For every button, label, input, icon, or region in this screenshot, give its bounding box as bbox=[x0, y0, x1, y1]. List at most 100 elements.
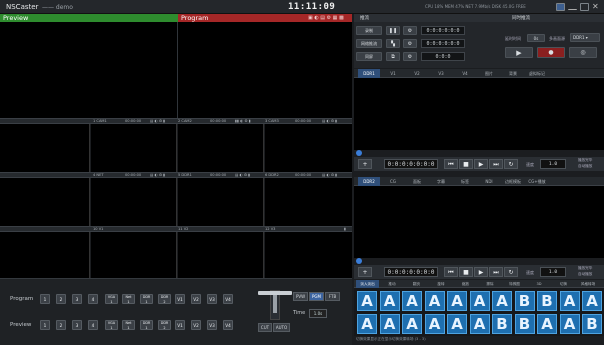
transition-effect-thumb[interactable]: B bbox=[492, 314, 512, 334]
ddr1-tabs-tab[interactable]: 背景 bbox=[502, 69, 524, 78]
rec-row-label[interactable]: 同屏 bbox=[356, 52, 382, 61]
multiview-cell-ddr1[interactable] bbox=[178, 178, 264, 226]
transition-effect-thumb[interactable]: B bbox=[582, 314, 602, 334]
ddr1-tabs-tab[interactable]: V3 bbox=[430, 69, 452, 78]
preview-source-button[interactable]: V4 bbox=[223, 320, 233, 330]
program-source-button[interactable]: VGA 1 bbox=[105, 294, 118, 304]
preview-source-button[interactable]: DDR 1 bbox=[140, 320, 153, 330]
ddr2-tabs-tab[interactable]: 边框模板 bbox=[502, 177, 524, 186]
ddr1-tabs-tab[interactable]: DDR1 bbox=[358, 69, 380, 78]
program-source-button[interactable]: 4 bbox=[88, 294, 98, 304]
transition-effect-thumb[interactable]: A bbox=[402, 291, 422, 311]
program-source-button[interactable]: DDR 1 bbox=[140, 294, 153, 304]
program-source-button[interactable]: Net 1 bbox=[122, 294, 135, 304]
multiview-cell-ddr2[interactable] bbox=[265, 178, 352, 226]
program-source-button[interactable]: 1 bbox=[40, 294, 50, 304]
transition-category-tab[interactable]: 淡入淡出 bbox=[356, 280, 379, 288]
rec-row-settings-icon[interactable]: ⚙ bbox=[403, 52, 417, 61]
transition-effect-thumb[interactable]: A bbox=[379, 314, 400, 334]
auto-button[interactable]: AUTO bbox=[273, 323, 290, 332]
transition-effect-thumb[interactable]: A bbox=[424, 314, 445, 334]
ddr1-stop-button[interactable]: ■ bbox=[459, 159, 473, 169]
preview-source-button[interactable]: 3 bbox=[72, 320, 82, 330]
rec-row-pause-button[interactable]: ⧉ bbox=[386, 52, 400, 61]
transition-effect-thumb[interactable]: B bbox=[514, 291, 535, 311]
mode-pvw-button[interactable]: PVW bbox=[293, 292, 308, 301]
ddr1-tabs-tab[interactable]: 虚拟标记 bbox=[526, 69, 548, 78]
multiview-cell[interactable] bbox=[0, 124, 90, 172]
transition-category-tab[interactable]: 翻页 bbox=[405, 280, 428, 288]
ddr2-tabs-tab[interactable]: CG+播放 bbox=[526, 177, 548, 186]
rec-row-label[interactable]: 网络推流 bbox=[356, 39, 382, 48]
ddr2-next-button[interactable]: ⏭ bbox=[489, 267, 503, 277]
ddr1-play-button[interactable]: ▶ bbox=[474, 159, 488, 169]
program-source-button[interactable]: V1 bbox=[175, 294, 185, 304]
ddr1-option1[interactable]: 播放完毕 bbox=[578, 158, 592, 163]
multiview-cell-cam3[interactable] bbox=[265, 124, 352, 172]
settings-icon[interactable] bbox=[556, 3, 565, 11]
ddr2-option2[interactable]: 自动播放 bbox=[578, 272, 592, 277]
program-source-button[interactable]: V4 bbox=[223, 294, 233, 304]
transition-effect-thumb[interactable]: A bbox=[357, 314, 377, 334]
rec-row-label[interactable]: 录制 bbox=[356, 26, 382, 35]
source-select[interactable]: DDR1 ▾ bbox=[570, 33, 600, 42]
time-input[interactable]: 1.0s bbox=[309, 309, 327, 318]
program-source-button[interactable]: V3 bbox=[207, 294, 217, 304]
stream-play-button[interactable]: ▶ bbox=[505, 47, 533, 58]
mode-ftb-button[interactable]: FTB bbox=[325, 292, 340, 301]
transition-category-tab[interactable]: 旋转 bbox=[430, 280, 453, 288]
program-toolbar-icons[interactable]: ▣ ◐ ▤ ⚙ ▦ ▩ bbox=[308, 14, 344, 22]
transition-effect-thumb[interactable]: B bbox=[537, 291, 557, 311]
transition-category-tab[interactable]: 缩放 bbox=[454, 280, 477, 288]
ddr2-loop-button[interactable]: ↻ bbox=[504, 267, 518, 277]
program-source-button[interactable]: V2 bbox=[191, 294, 201, 304]
ddr2-add-button[interactable]: + bbox=[358, 267, 372, 277]
ddr1-tabs-tab[interactable]: 图片 bbox=[478, 69, 500, 78]
multiview-cell-v1[interactable] bbox=[91, 232, 177, 278]
close-icon[interactable]: ✕ bbox=[592, 2, 599, 11]
cut-button[interactable]: CUT bbox=[258, 323, 272, 332]
preview-source-button[interactable]: V2 bbox=[191, 320, 201, 330]
ddr1-option2[interactable]: 自动播放 bbox=[578, 164, 592, 169]
transition-effect-thumb[interactable]: A bbox=[559, 291, 580, 311]
transition-category-tab[interactable]: 切换 bbox=[552, 280, 575, 288]
mode-pgm-button[interactable]: PGM bbox=[309, 292, 324, 301]
ddr1-tabs-tab[interactable]: V1 bbox=[382, 69, 404, 78]
transition-effect-thumb[interactable]: A bbox=[537, 314, 557, 334]
ddr1-tabs-tab[interactable]: V2 bbox=[406, 69, 428, 78]
transition-effect-thumb[interactable]: A bbox=[424, 291, 445, 311]
delay-value[interactable]: 0s bbox=[527, 34, 545, 42]
preview-source-button[interactable]: DDR 2 bbox=[158, 320, 171, 330]
transition-effect-thumb[interactable]: A bbox=[379, 291, 400, 311]
transition-effect-thumb[interactable]: B bbox=[514, 314, 535, 334]
ddr2-tabs-tab[interactable]: NDI bbox=[478, 177, 500, 186]
transition-category-tab[interactable]: 特殊图 bbox=[503, 280, 526, 288]
transition-category-tab[interactable]: 推动 bbox=[381, 280, 404, 288]
preview-source-button[interactable]: 1 bbox=[40, 320, 50, 330]
ddr2-stop-button[interactable]: ■ bbox=[459, 267, 473, 277]
rec-row-settings-icon[interactable]: ⚙ bbox=[403, 39, 417, 48]
ddr1-add-button[interactable]: + bbox=[358, 159, 372, 169]
multiview-cell-cam2[interactable] bbox=[178, 124, 264, 172]
transition-category-tab[interactable]: 风格转场 bbox=[577, 280, 600, 288]
ddr1-speed-value[interactable]: 1.0 bbox=[540, 159, 566, 169]
ddr1-playlist[interactable] bbox=[354, 78, 604, 150]
ddr2-tabs-tab[interactable]: 标签 bbox=[454, 177, 476, 186]
program-source-button[interactable]: DDR 2 bbox=[158, 294, 171, 304]
stream-stop-button[interactable]: ◎ bbox=[569, 47, 597, 58]
rec-row-pause-button[interactable]: ▚ bbox=[386, 39, 400, 48]
ddr2-tabs-tab[interactable]: CG bbox=[382, 177, 404, 186]
ddr2-option1[interactable]: 播放完毕 bbox=[578, 266, 592, 271]
preview-source-button[interactable]: V1 bbox=[175, 320, 185, 330]
transition-effect-thumb[interactable]: A bbox=[492, 291, 512, 311]
minimize-icon[interactable] bbox=[568, 3, 577, 10]
preview-source-button[interactable]: V3 bbox=[207, 320, 217, 330]
ddr2-tabs-tab[interactable]: 字幕 bbox=[430, 177, 452, 186]
transition-effect-thumb[interactable]: A bbox=[447, 314, 467, 334]
rec-row-pause-button[interactable]: ❚❚ bbox=[386, 26, 400, 35]
preview-source-button[interactable]: 4 bbox=[88, 320, 98, 330]
stream-record-button[interactable]: ● bbox=[537, 47, 565, 58]
rec-row-settings-icon[interactable]: ⚙ bbox=[403, 26, 417, 35]
transition-effect-thumb[interactable]: A bbox=[469, 314, 490, 334]
multiview-cell-v2[interactable] bbox=[178, 232, 264, 278]
